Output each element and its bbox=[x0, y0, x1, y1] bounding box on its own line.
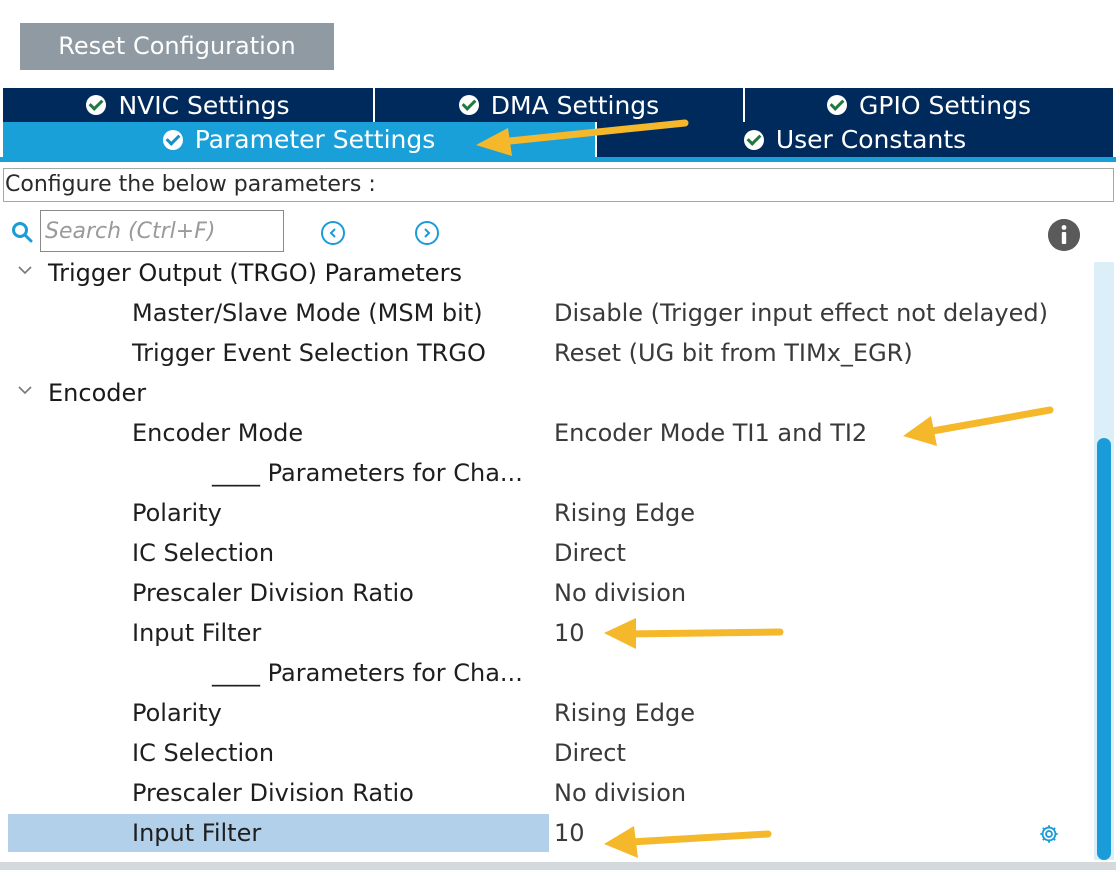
subgroup-header: ____ Parameters for Cha... bbox=[0, 453, 1090, 493]
check-circle-icon bbox=[458, 95, 479, 115]
chevron-down-icon[interactable] bbox=[17, 264, 33, 276]
panel-bottom-edge bbox=[0, 862, 1116, 870]
table-row[interactable]: IC Selection Direct bbox=[0, 533, 1090, 573]
param-label: IC Selection bbox=[132, 539, 275, 567]
search-icon[interactable] bbox=[11, 221, 33, 243]
param-label: Prescaler Division Ratio bbox=[132, 779, 414, 807]
tab-label: GPIO Settings bbox=[859, 90, 1031, 120]
param-label: Trigger Event Selection TRGO bbox=[132, 339, 486, 367]
scrollbar-thumb[interactable] bbox=[1097, 438, 1111, 860]
param-value[interactable]: Direct bbox=[554, 533, 626, 573]
table-row[interactable]: Input Filter 10 bbox=[0, 613, 1090, 653]
chevron-left-icon bbox=[329, 228, 336, 238]
table-row[interactable]: Encoder Mode Encoder Mode TI1 and TI2 bbox=[0, 413, 1090, 453]
param-value[interactable]: 10 bbox=[554, 813, 585, 853]
param-value[interactable]: Rising Edge bbox=[554, 493, 695, 533]
param-label: IC Selection bbox=[132, 739, 275, 767]
tab-bar-underline bbox=[0, 157, 1116, 162]
param-label: Polarity bbox=[132, 699, 222, 727]
param-label: Encoder Mode bbox=[132, 419, 304, 447]
tab-dma-settings[interactable]: DMA Settings bbox=[375, 88, 743, 122]
section-trgo-parameters[interactable]: Trigger Output (TRGO) Parameters bbox=[0, 253, 1090, 293]
chevron-right-icon bbox=[424, 228, 431, 238]
info-icon[interactable] bbox=[1048, 219, 1080, 251]
tab-label: NVIC Settings bbox=[118, 90, 290, 120]
previous-result-button[interactable] bbox=[321, 221, 345, 245]
search-input[interactable] bbox=[40, 210, 284, 252]
configure-parameters-label: Configure the below parameters : bbox=[3, 168, 1114, 202]
check-circle-icon bbox=[162, 129, 183, 150]
check-circle-icon bbox=[827, 95, 847, 115]
tab-label: DMA Settings bbox=[490, 90, 660, 120]
param-label: Input Filter bbox=[132, 619, 262, 647]
section-title: Encoder bbox=[48, 379, 147, 407]
param-label: Prescaler Division Ratio bbox=[132, 579, 414, 607]
table-row[interactable]: IC Selection Direct bbox=[0, 733, 1090, 773]
check-circle-icon bbox=[743, 129, 764, 150]
table-row[interactable]: Prescaler Division Ratio No division bbox=[0, 573, 1090, 613]
subgroup-title: ____ Parameters for Cha... bbox=[212, 459, 523, 487]
param-value[interactable]: Encoder Mode TI1 and TI2 bbox=[554, 413, 867, 453]
tab-parameter-settings[interactable]: Parameter Settings bbox=[3, 122, 595, 157]
next-result-button[interactable] bbox=[415, 221, 439, 245]
param-value[interactable]: Disable (Trigger input effect not delaye… bbox=[554, 293, 1048, 333]
subgroup-header: ____ Parameters for Cha... bbox=[0, 653, 1090, 693]
param-value[interactable]: Rising Edge bbox=[554, 693, 695, 733]
tab-label: Parameter Settings bbox=[194, 125, 436, 154]
param-value[interactable]: No division bbox=[554, 773, 686, 813]
tab-gpio-settings[interactable]: GPIO Settings bbox=[745, 88, 1113, 122]
tab-nvic-settings[interactable]: NVIC Settings bbox=[3, 88, 373, 122]
param-value[interactable]: 10 bbox=[554, 613, 585, 653]
table-row-selected[interactable]: Input Filter 10 bbox=[0, 813, 1090, 853]
table-row[interactable]: Master/Slave Mode (MSM bit) Disable (Tri… bbox=[0, 293, 1090, 333]
param-label: Polarity bbox=[132, 499, 222, 527]
tab-label: User Constants bbox=[775, 125, 967, 154]
section-encoder[interactable]: Encoder bbox=[0, 373, 1090, 413]
table-row[interactable]: Prescaler Division Ratio No division bbox=[0, 773, 1090, 813]
tab-user-constants[interactable]: User Constants bbox=[597, 122, 1113, 157]
table-row[interactable]: Trigger Event Selection TRGO Reset (UG b… bbox=[0, 333, 1090, 373]
param-value[interactable]: Reset (UG bit from TIMx_EGR) bbox=[554, 333, 913, 373]
table-row[interactable]: Polarity Rising Edge bbox=[0, 493, 1090, 533]
section-title: Trigger Output (TRGO) Parameters bbox=[48, 259, 462, 287]
reset-configuration-button[interactable]: Reset Configuration bbox=[20, 23, 334, 70]
gear-icon[interactable] bbox=[1038, 823, 1060, 845]
param-label: Input Filter bbox=[132, 819, 262, 847]
chevron-down-icon[interactable] bbox=[17, 384, 33, 396]
table-row[interactable]: Polarity Rising Edge bbox=[0, 693, 1090, 733]
subgroup-title: ____ Parameters for Cha... bbox=[212, 659, 523, 687]
check-circle-icon bbox=[86, 95, 107, 115]
param-label: Master/Slave Mode (MSM bit) bbox=[132, 299, 483, 327]
param-value[interactable]: No division bbox=[554, 573, 686, 613]
param-value[interactable]: Direct bbox=[554, 733, 626, 773]
